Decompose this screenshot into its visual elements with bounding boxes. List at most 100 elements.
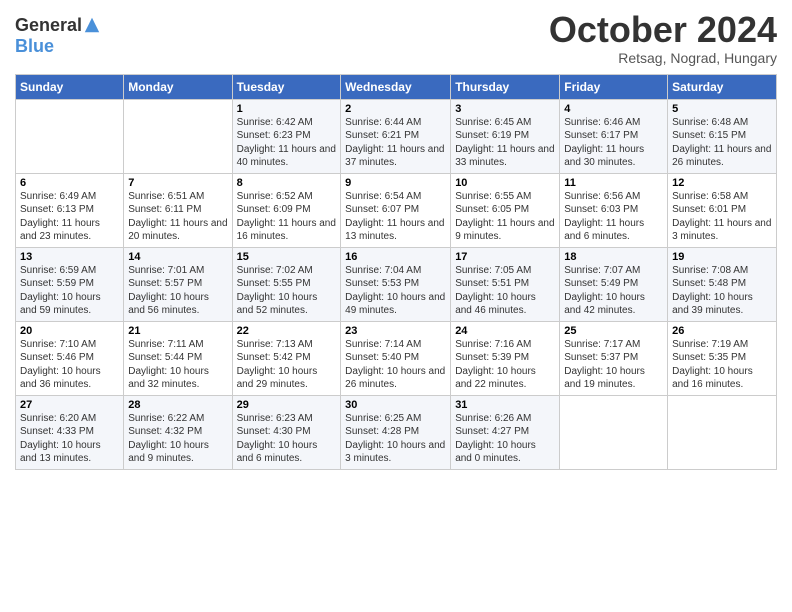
day-info: Sunrise: 6:59 AM Sunset: 5:59 PM Dayligh…: [20, 264, 119, 318]
calendar-cell: 22Sunrise: 7:13 AM Sunset: 5:42 PM Dayli…: [232, 321, 341, 395]
calendar-cell: 18Sunrise: 7:07 AM Sunset: 5:49 PM Dayli…: [560, 247, 668, 321]
calendar-cell: 7Sunrise: 6:51 AM Sunset: 6:11 PM Daylig…: [124, 173, 232, 247]
day-number: 11: [564, 177, 663, 189]
col-thursday: Thursday: [451, 74, 560, 99]
day-info: Sunrise: 7:07 AM Sunset: 5:49 PM Dayligh…: [564, 264, 663, 318]
day-number: 16: [345, 251, 446, 263]
col-wednesday: Wednesday: [341, 74, 451, 99]
calendar-cell: 25Sunrise: 7:17 AM Sunset: 5:37 PM Dayli…: [560, 321, 668, 395]
week-row-4: 20Sunrise: 7:10 AM Sunset: 5:46 PM Dayli…: [16, 321, 777, 395]
logo-general: General: [15, 15, 82, 36]
calendar-cell: [16, 99, 124, 173]
calendar-cell: 20Sunrise: 7:10 AM Sunset: 5:46 PM Dayli…: [16, 321, 124, 395]
calendar-cell: 4Sunrise: 6:46 AM Sunset: 6:17 PM Daylig…: [560, 99, 668, 173]
day-number: 17: [455, 251, 555, 263]
day-info: Sunrise: 6:48 AM Sunset: 6:15 PM Dayligh…: [672, 116, 772, 170]
day-number: 27: [20, 399, 119, 411]
calendar-cell: 27Sunrise: 6:20 AM Sunset: 4:33 PM Dayli…: [16, 395, 124, 469]
calendar-cell: 1Sunrise: 6:42 AM Sunset: 6:23 PM Daylig…: [232, 99, 341, 173]
day-number: 24: [455, 325, 555, 337]
day-number: 28: [128, 399, 227, 411]
day-number: 14: [128, 251, 227, 263]
day-info: Sunrise: 7:02 AM Sunset: 5:55 PM Dayligh…: [237, 264, 337, 318]
day-number: 31: [455, 399, 555, 411]
col-sunday: Sunday: [16, 74, 124, 99]
day-info: Sunrise: 7:01 AM Sunset: 5:57 PM Dayligh…: [128, 264, 227, 318]
day-info: Sunrise: 7:05 AM Sunset: 5:51 PM Dayligh…: [455, 264, 555, 318]
calendar-cell: 28Sunrise: 6:22 AM Sunset: 4:32 PM Dayli…: [124, 395, 232, 469]
day-info: Sunrise: 6:25 AM Sunset: 4:28 PM Dayligh…: [345, 412, 446, 466]
day-number: 30: [345, 399, 446, 411]
title-block: October 2024 Retsag, Nograd, Hungary: [549, 10, 777, 66]
day-info: Sunrise: 6:51 AM Sunset: 6:11 PM Dayligh…: [128, 190, 227, 244]
logo-blue: Blue: [15, 36, 54, 56]
calendar-cell: 26Sunrise: 7:19 AM Sunset: 5:35 PM Dayli…: [668, 321, 777, 395]
col-friday: Friday: [560, 74, 668, 99]
day-number: 1: [237, 103, 337, 115]
calendar-cell: 5Sunrise: 6:48 AM Sunset: 6:15 PM Daylig…: [668, 99, 777, 173]
day-info: Sunrise: 6:42 AM Sunset: 6:23 PM Dayligh…: [237, 116, 337, 170]
calendar-cell: 3Sunrise: 6:45 AM Sunset: 6:19 PM Daylig…: [451, 99, 560, 173]
day-info: Sunrise: 7:04 AM Sunset: 5:53 PM Dayligh…: [345, 264, 446, 318]
day-info: Sunrise: 6:45 AM Sunset: 6:19 PM Dayligh…: [455, 116, 555, 170]
calendar-cell: 31Sunrise: 6:26 AM Sunset: 4:27 PM Dayli…: [451, 395, 560, 469]
day-info: Sunrise: 7:16 AM Sunset: 5:39 PM Dayligh…: [455, 338, 555, 392]
day-info: Sunrise: 7:19 AM Sunset: 5:35 PM Dayligh…: [672, 338, 772, 392]
day-info: Sunrise: 6:58 AM Sunset: 6:01 PM Dayligh…: [672, 190, 772, 244]
calendar-cell: 6Sunrise: 6:49 AM Sunset: 6:13 PM Daylig…: [16, 173, 124, 247]
day-number: 4: [564, 103, 663, 115]
calendar-cell: 9Sunrise: 6:54 AM Sunset: 6:07 PM Daylig…: [341, 173, 451, 247]
calendar-cell: 16Sunrise: 7:04 AM Sunset: 5:53 PM Dayli…: [341, 247, 451, 321]
calendar-cell: 10Sunrise: 6:55 AM Sunset: 6:05 PM Dayli…: [451, 173, 560, 247]
calendar-cell: 29Sunrise: 6:23 AM Sunset: 4:30 PM Dayli…: [232, 395, 341, 469]
day-number: 12: [672, 177, 772, 189]
day-number: 8: [237, 177, 337, 189]
calendar-cell: [124, 99, 232, 173]
calendar-table: Sunday Monday Tuesday Wednesday Thursday…: [15, 74, 777, 470]
month-title: October 2024: [549, 10, 777, 50]
calendar-cell: 2Sunrise: 6:44 AM Sunset: 6:21 PM Daylig…: [341, 99, 451, 173]
day-info: Sunrise: 7:14 AM Sunset: 5:40 PM Dayligh…: [345, 338, 446, 392]
day-number: 21: [128, 325, 227, 337]
calendar-cell: 8Sunrise: 6:52 AM Sunset: 6:09 PM Daylig…: [232, 173, 341, 247]
calendar-cell: 11Sunrise: 6:56 AM Sunset: 6:03 PM Dayli…: [560, 173, 668, 247]
calendar-cell: 15Sunrise: 7:02 AM Sunset: 5:55 PM Dayli…: [232, 247, 341, 321]
day-info: Sunrise: 7:13 AM Sunset: 5:42 PM Dayligh…: [237, 338, 337, 392]
day-number: 6: [20, 177, 119, 189]
day-info: Sunrise: 6:56 AM Sunset: 6:03 PM Dayligh…: [564, 190, 663, 244]
calendar-cell: 30Sunrise: 6:25 AM Sunset: 4:28 PM Dayli…: [341, 395, 451, 469]
day-info: Sunrise: 6:20 AM Sunset: 4:33 PM Dayligh…: [20, 412, 119, 466]
calendar-cell: 21Sunrise: 7:11 AM Sunset: 5:44 PM Dayli…: [124, 321, 232, 395]
calendar-cell: 19Sunrise: 7:08 AM Sunset: 5:48 PM Dayli…: [668, 247, 777, 321]
week-row-5: 27Sunrise: 6:20 AM Sunset: 4:33 PM Dayli…: [16, 395, 777, 469]
col-monday: Monday: [124, 74, 232, 99]
header: General Blue October 2024 Retsag, Nograd…: [15, 10, 777, 66]
logo-icon: [83, 16, 101, 34]
location-subtitle: Retsag, Nograd, Hungary: [549, 50, 777, 66]
day-number: 20: [20, 325, 119, 337]
calendar-cell: 23Sunrise: 7:14 AM Sunset: 5:40 PM Dayli…: [341, 321, 451, 395]
day-info: Sunrise: 6:44 AM Sunset: 6:21 PM Dayligh…: [345, 116, 446, 170]
col-tuesday: Tuesday: [232, 74, 341, 99]
calendar-cell: 12Sunrise: 6:58 AM Sunset: 6:01 PM Dayli…: [668, 173, 777, 247]
day-number: 15: [237, 251, 337, 263]
day-number: 13: [20, 251, 119, 263]
day-info: Sunrise: 6:26 AM Sunset: 4:27 PM Dayligh…: [455, 412, 555, 466]
day-info: Sunrise: 7:11 AM Sunset: 5:44 PM Dayligh…: [128, 338, 227, 392]
day-info: Sunrise: 6:55 AM Sunset: 6:05 PM Dayligh…: [455, 190, 555, 244]
day-number: 19: [672, 251, 772, 263]
day-number: 7: [128, 177, 227, 189]
day-info: Sunrise: 6:22 AM Sunset: 4:32 PM Dayligh…: [128, 412, 227, 466]
day-number: 18: [564, 251, 663, 263]
col-saturday: Saturday: [668, 74, 777, 99]
logo: General Blue: [15, 15, 102, 56]
day-number: 22: [237, 325, 337, 337]
day-info: Sunrise: 7:17 AM Sunset: 5:37 PM Dayligh…: [564, 338, 663, 392]
day-number: 5: [672, 103, 772, 115]
day-info: Sunrise: 6:49 AM Sunset: 6:13 PM Dayligh…: [20, 190, 119, 244]
day-number: 25: [564, 325, 663, 337]
day-number: 2: [345, 103, 446, 115]
day-number: 3: [455, 103, 555, 115]
calendar-cell: [668, 395, 777, 469]
day-info: Sunrise: 6:54 AM Sunset: 6:07 PM Dayligh…: [345, 190, 446, 244]
